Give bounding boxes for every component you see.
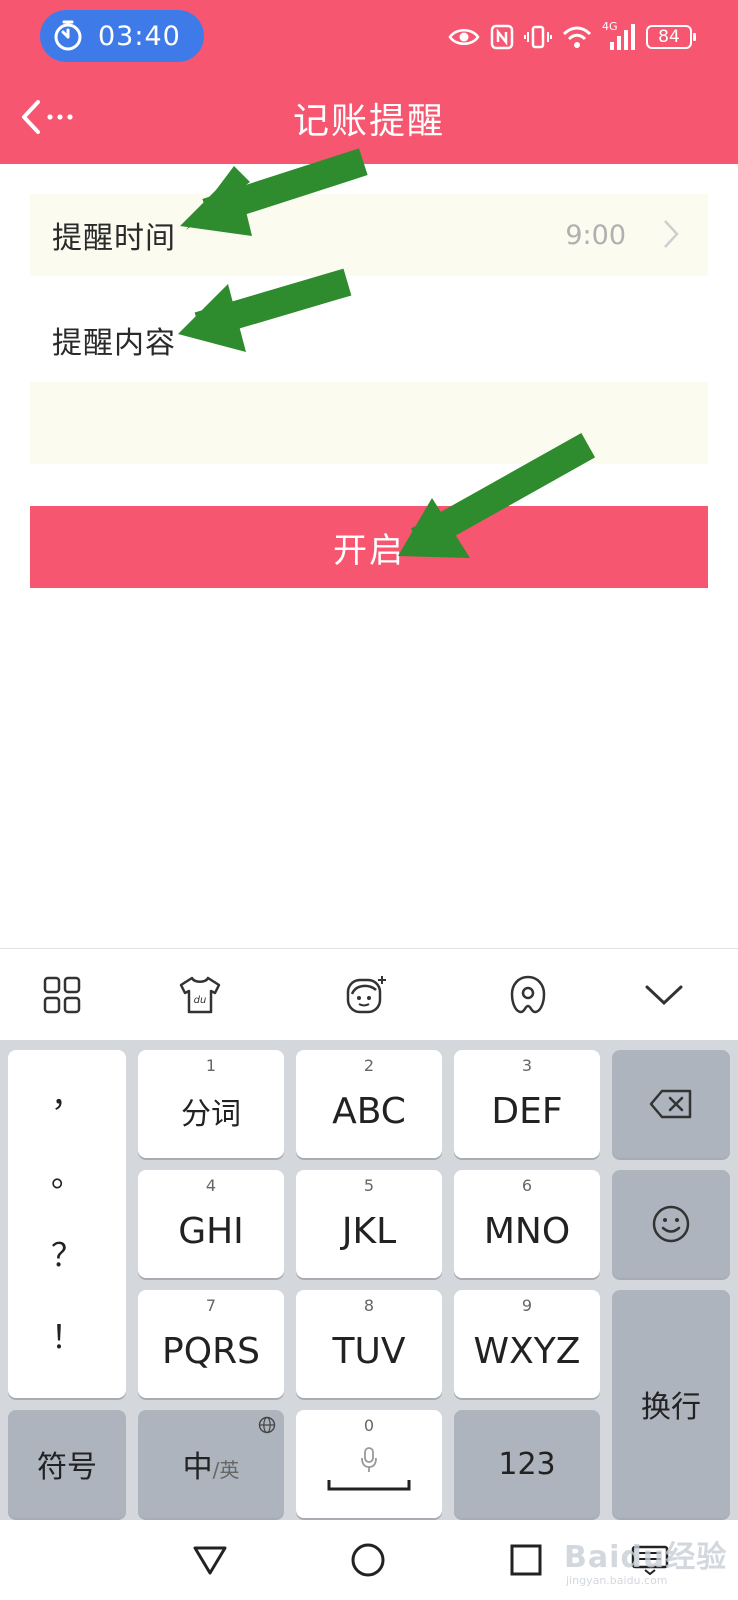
annotation-arrow-content xyxy=(178,268,352,352)
page-title: 记账提醒 xyxy=(292,101,445,142)
key-label: GHI xyxy=(178,1210,244,1252)
symbols-label: 符号 xyxy=(37,1450,97,1485)
status-icons: 4G 84 xyxy=(448,20,696,54)
reminder-content-input[interactable] xyxy=(30,382,708,464)
key-label: TUV xyxy=(332,1330,406,1372)
punct-period[interactable]: 。 xyxy=(8,1150,126,1196)
nav-back-button[interactable] xyxy=(186,1536,234,1584)
chevron-down-icon xyxy=(645,985,683,1006)
svg-text:du: du xyxy=(194,995,207,1006)
backspace-icon xyxy=(649,1089,692,1119)
key-number: 3 xyxy=(521,1056,533,1075)
eye-icon xyxy=(448,29,480,45)
lang-alt: /英 xyxy=(212,1458,240,1482)
punct-question[interactable]: ？ xyxy=(8,1230,126,1276)
key-5[interactable]: 5 JKL xyxy=(296,1170,442,1278)
battery-indicator: 84 xyxy=(646,25,696,49)
key-number: 0 xyxy=(363,1416,375,1435)
keyboard-toolbar: du xyxy=(0,948,738,1041)
space-bar-icon xyxy=(327,1480,411,1491)
numbers-label: 123 xyxy=(498,1446,556,1482)
reminder-content-label: 提醒内容 xyxy=(52,326,176,361)
skin-button[interactable]: du xyxy=(176,971,224,1019)
chevron-right-icon xyxy=(664,220,679,248)
key-label: WXYZ xyxy=(473,1330,581,1372)
reminder-time-value: 9:00 xyxy=(565,219,626,251)
key-7[interactable]: 7 PQRS xyxy=(138,1290,284,1398)
lang-main: 中 xyxy=(182,1450,213,1485)
triangle-back-icon xyxy=(193,1546,227,1575)
collapse-keyboard-button[interactable] xyxy=(640,971,688,1019)
key-number: 6 xyxy=(521,1176,533,1195)
face-plus-icon xyxy=(346,976,386,1014)
backspace-key[interactable] xyxy=(612,1050,730,1158)
key-number: 7 xyxy=(205,1296,217,1315)
key-label: PQRS xyxy=(162,1330,260,1372)
punctuation-column[interactable]: ， 。 ？ ！ xyxy=(8,1050,126,1398)
key-number: 9 xyxy=(521,1296,533,1315)
globe-icon xyxy=(258,1416,276,1434)
key-label: ABC xyxy=(332,1090,406,1132)
smiley-icon xyxy=(652,1205,690,1243)
key-number: 4 xyxy=(205,1176,217,1195)
numbers-key[interactable]: 123 xyxy=(454,1410,600,1518)
punct-exclaim[interactable]: ！ xyxy=(8,1312,126,1358)
space-key[interactable]: 0 xyxy=(296,1410,442,1518)
wifi-icon xyxy=(562,26,592,48)
key-label: JKL xyxy=(341,1210,397,1252)
key-4[interactable]: 4 GHI xyxy=(138,1170,284,1278)
tshirt-icon: du xyxy=(179,976,221,1014)
key-number: 8 xyxy=(363,1296,375,1315)
status-time: 03:40 xyxy=(98,20,181,52)
key-label: MNO xyxy=(483,1210,571,1252)
punct-comma[interactable]: ， xyxy=(8,1070,126,1116)
key-label: 分词 xyxy=(181,1097,241,1132)
language-key[interactable]: 中 /英 xyxy=(138,1410,284,1518)
enter-key[interactable]: 换行 xyxy=(612,1290,730,1518)
nfc-icon xyxy=(490,24,514,50)
key-3[interactable]: 3 DEF xyxy=(454,1050,600,1158)
microphone-icon xyxy=(361,1447,377,1472)
nav-home-button[interactable] xyxy=(344,1536,392,1584)
language-label: 中 /英 xyxy=(183,1442,240,1486)
vibrate-icon xyxy=(524,25,552,49)
square-recents-icon xyxy=(510,1544,542,1576)
grid-icon xyxy=(43,976,81,1014)
key-number: 2 xyxy=(363,1056,375,1075)
watermark-url: jingyan.baidu.com xyxy=(566,1574,668,1587)
reminder-time-row[interactable]: 提醒时间 9:00 xyxy=(30,194,708,276)
enable-button[interactable]: 开启 xyxy=(30,506,708,588)
timer-icon xyxy=(54,20,82,51)
key-number: 5 xyxy=(363,1176,375,1195)
signal-icon xyxy=(610,24,635,50)
circle-home-icon xyxy=(351,1543,385,1577)
timer-indicator[interactable]: 03:40 xyxy=(40,10,204,62)
key-2[interactable]: 2 ABC xyxy=(296,1050,442,1158)
emoji-sticker-button[interactable] xyxy=(342,971,390,1019)
emoji-key[interactable] xyxy=(612,1170,730,1278)
assistant-button[interactable] xyxy=(504,971,552,1019)
nav-recents-button[interactable] xyxy=(502,1536,550,1584)
key-1[interactable]: 1 分词 xyxy=(138,1050,284,1158)
cell-signal: 4G xyxy=(602,20,636,50)
app-header: 03:40 4G 84 记账提醒 xyxy=(0,0,738,164)
watermark: Baidu经验 xyxy=(564,1540,728,1575)
symbols-key[interactable]: 符号 xyxy=(8,1410,126,1518)
key-label: DEF xyxy=(491,1090,563,1132)
enter-label: 换行 xyxy=(641,1390,701,1425)
key-number: 1 xyxy=(205,1056,217,1075)
assistant-icon xyxy=(510,975,546,1014)
key-9[interactable]: 9 WXYZ xyxy=(454,1290,600,1398)
key-8[interactable]: 8 TUV xyxy=(296,1290,442,1398)
reminder-time-label: 提醒时间 xyxy=(52,221,176,256)
key-6[interactable]: 6 MNO xyxy=(454,1170,600,1278)
grid-menu-button[interactable] xyxy=(38,971,86,1019)
